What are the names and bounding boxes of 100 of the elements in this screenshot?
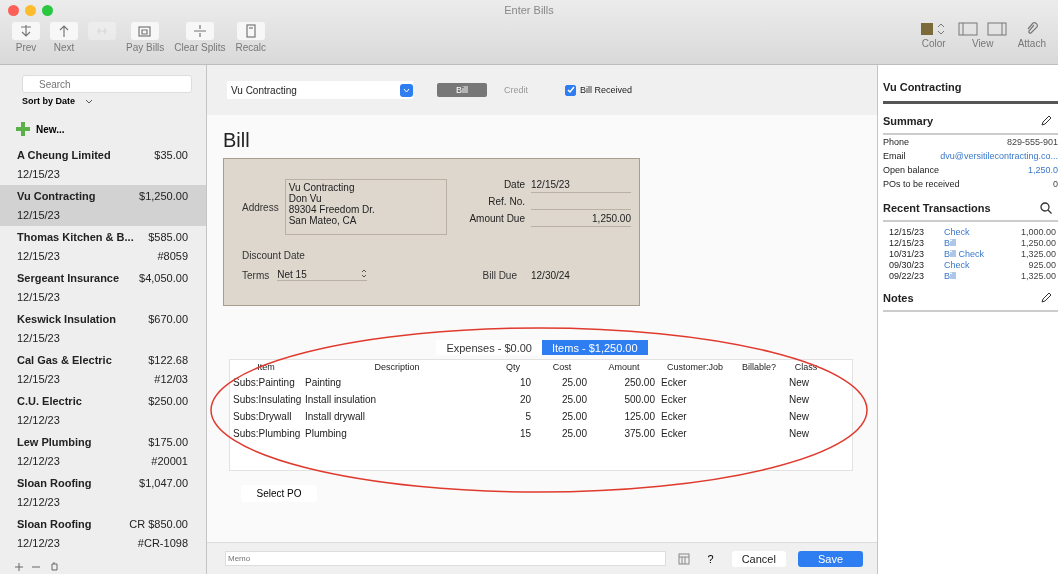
table-cell-text: Subs:Plumbing — [232, 427, 302, 441]
column-header[interactable]: Cost — [534, 360, 590, 374]
bill-list-item[interactable]: Cal Gas & Electric $122.68 12/15/23 #12/03 — [0, 349, 206, 390]
bill-list-item[interactable]: Thomas Kitchen & B... $585.00 12/15/23 #8059 — [0, 226, 206, 267]
table-cell-text: Ecker — [660, 376, 688, 390]
transaction-link[interactable]: Bill — [944, 271, 1021, 281]
bill-date: 12/15/23 — [17, 168, 61, 182]
table-cell-text: 20 — [518, 393, 532, 407]
field-value[interactable]: 1,250.00 — [531, 213, 631, 227]
table-cell-text: 375.00 — [623, 427, 656, 441]
column-header[interactable]: Description — [302, 360, 492, 374]
discount-date-label: Discount Date — [242, 250, 306, 261]
table-cell-text: 10 — [518, 376, 532, 390]
bill-list-item[interactable]: Sergeant Insurance $4,050.00 12/15/23 — [0, 267, 206, 308]
transaction-link[interactable]: Check — [944, 227, 1021, 237]
layout-icon — [957, 22, 1008, 36]
bill-amount: $175.00 — [148, 436, 188, 450]
address-field[interactable]: Vu Contracting Don Vu 89304 Freedom Dr. San Mateo, CA — [284, 179, 447, 235]
transaction-amount: 1,325.00 — [1020, 249, 1056, 259]
fact-value[interactable]: 1,250.0 — [939, 165, 1058, 175]
table-cell-text: 15 — [518, 427, 532, 441]
table-cell-text: New — [788, 427, 810, 441]
bill-heading: Bill — [223, 129, 251, 152]
table-cell-text: New — [788, 410, 810, 424]
bill-list-item[interactable]: Vu Contracting $1,250.00 12/15/23 — [0, 185, 206, 226]
fact-value[interactable]: dvu@versitilecontracting.co... — [905, 151, 1058, 161]
field-label: Ref. No. — [487, 196, 525, 209]
transaction-amount: 1,250.00 — [1020, 238, 1056, 248]
bill-list-item[interactable]: Keswick Insulation $670.00 12/15/23 — [0, 308, 206, 349]
transaction-link[interactable]: Check — [944, 260, 1029, 270]
mode-toggle[interactable]: Bill — [437, 83, 487, 97]
save-button[interactable]: Save — [797, 550, 863, 567]
fact-label: Email — [883, 151, 906, 161]
field-value[interactable]: 12/15/23 — [531, 179, 631, 193]
memo-field[interactable]: Memo — [225, 551, 666, 566]
pencil-icon[interactable] — [1040, 292, 1052, 304]
bill-date: 12/15/23 — [17, 291, 61, 305]
window-minimize-button[interactable] — [25, 4, 36, 16]
attach-toolbar-button[interactable]: Attach — [1013, 22, 1050, 49]
calendar-icon[interactable] — [677, 552, 690, 565]
bill-amount: $250.00 — [148, 395, 188, 409]
column-header[interactable]: Billable? — [732, 360, 786, 374]
bill-date: 12/12/23 — [17, 496, 61, 510]
search-field[interactable]: Search — [22, 75, 192, 93]
transaction-amount: 925.00 — [1028, 260, 1056, 270]
bill-due-label: Bill Due — [482, 269, 517, 281]
help-button[interactable]: ? — [701, 551, 720, 566]
tab[interactable]: Items - $1,250.00 — [542, 340, 648, 355]
cancel-button[interactable]: Cancel — [731, 550, 786, 567]
bill-date: 12/15/23 — [17, 373, 61, 387]
bill-date: 12/12/23 — [17, 537, 61, 551]
search-icon[interactable] — [1040, 202, 1052, 214]
vendor-name: Cal Gas & Electric — [17, 354, 113, 368]
bill-received-checkbox[interactable]: Bill Received — [565, 84, 633, 96]
bill-due-value[interactable]: 12/30/24 — [531, 269, 631, 281]
split-toolbar-button[interactable]: Clear Splits — [170, 22, 230, 53]
select-po-button[interactable]: Select PO — [241, 485, 317, 502]
vendor-combo-box[interactable]: Vu Contracting — [227, 81, 413, 99]
transaction-link[interactable]: Bill Check — [944, 249, 1021, 259]
pencil-icon[interactable] — [1040, 115, 1052, 127]
bill-list-item[interactable]: Sloan Roofing CR $850.00 12/12/23 #CR-1098 — [0, 513, 206, 554]
new-button[interactable]: New... — [16, 120, 206, 138]
dropdown-icon[interactable] — [400, 83, 413, 97]
transaction-link[interactable]: Bill — [944, 238, 1021, 248]
bill-list-item[interactable]: Lew Plumbing $175.00 12/12/23 #20001 — [0, 431, 206, 472]
section-heading: Recent Transactions — [883, 202, 991, 214]
transaction-date: 12/15/23 — [889, 227, 926, 237]
up-arrow-icon — [57, 24, 71, 38]
calculator-icon — [243, 24, 258, 38]
tab[interactable]: Expenses - $0.00 — [436, 340, 542, 355]
column-header[interactable]: Qty — [492, 360, 534, 374]
table-cell-text: New — [788, 393, 810, 407]
bill-list-item[interactable]: Sloan Roofing $1,047.00 12/12/23 — [0, 472, 206, 513]
window-close-button[interactable] — [8, 4, 19, 16]
bill-list-item[interactable]: C.U. Electric $250.00 12/12/23 — [0, 390, 206, 431]
field-label: Amount Due — [469, 213, 525, 226]
bill-amount: $1,250.00 — [139, 190, 188, 204]
pay-toolbar-button[interactable]: Pay Bills — [122, 22, 169, 53]
column-header[interactable]: Customer:Job — [658, 360, 732, 374]
vendor-name: C.U. Electric — [17, 395, 83, 409]
bill-date: 12/15/23 — [17, 332, 61, 346]
color-toolbar-button[interactable]: Color — [915, 22, 952, 49]
column-header[interactable]: Amount — [590, 360, 658, 374]
column-header[interactable]: Class — [786, 360, 826, 374]
terms-dropdown[interactable]: Net 15 — [277, 269, 368, 281]
table-cell-text: Install insulation — [304, 393, 378, 407]
transaction-date: 10/31/23 — [889, 249, 926, 259]
bill-list-item[interactable]: A Cheung Limited $35.00 12/15/23 — [0, 144, 206, 185]
fact-label: Open balance — [883, 165, 940, 175]
checkbox-icon[interactable] — [565, 84, 576, 96]
window-zoom-button[interactable] — [42, 4, 53, 16]
calc-toolbar-button[interactable]: Recalc — [231, 22, 271, 53]
vendor-name: Sloan Roofing — [17, 477, 93, 491]
table-cell-text: Ecker — [660, 393, 688, 407]
view-toolbar-button[interactable]: View — [953, 22, 1012, 49]
up-toolbar-button[interactable]: Next — [46, 22, 82, 53]
down-toolbar-button[interactable]: Prev — [8, 22, 44, 53]
table-cell-text: 125.00 — [623, 410, 656, 424]
bill-amount: CR $850.00 — [129, 518, 188, 532]
sort-dropdown[interactable]: Sort by Date — [22, 96, 112, 106]
